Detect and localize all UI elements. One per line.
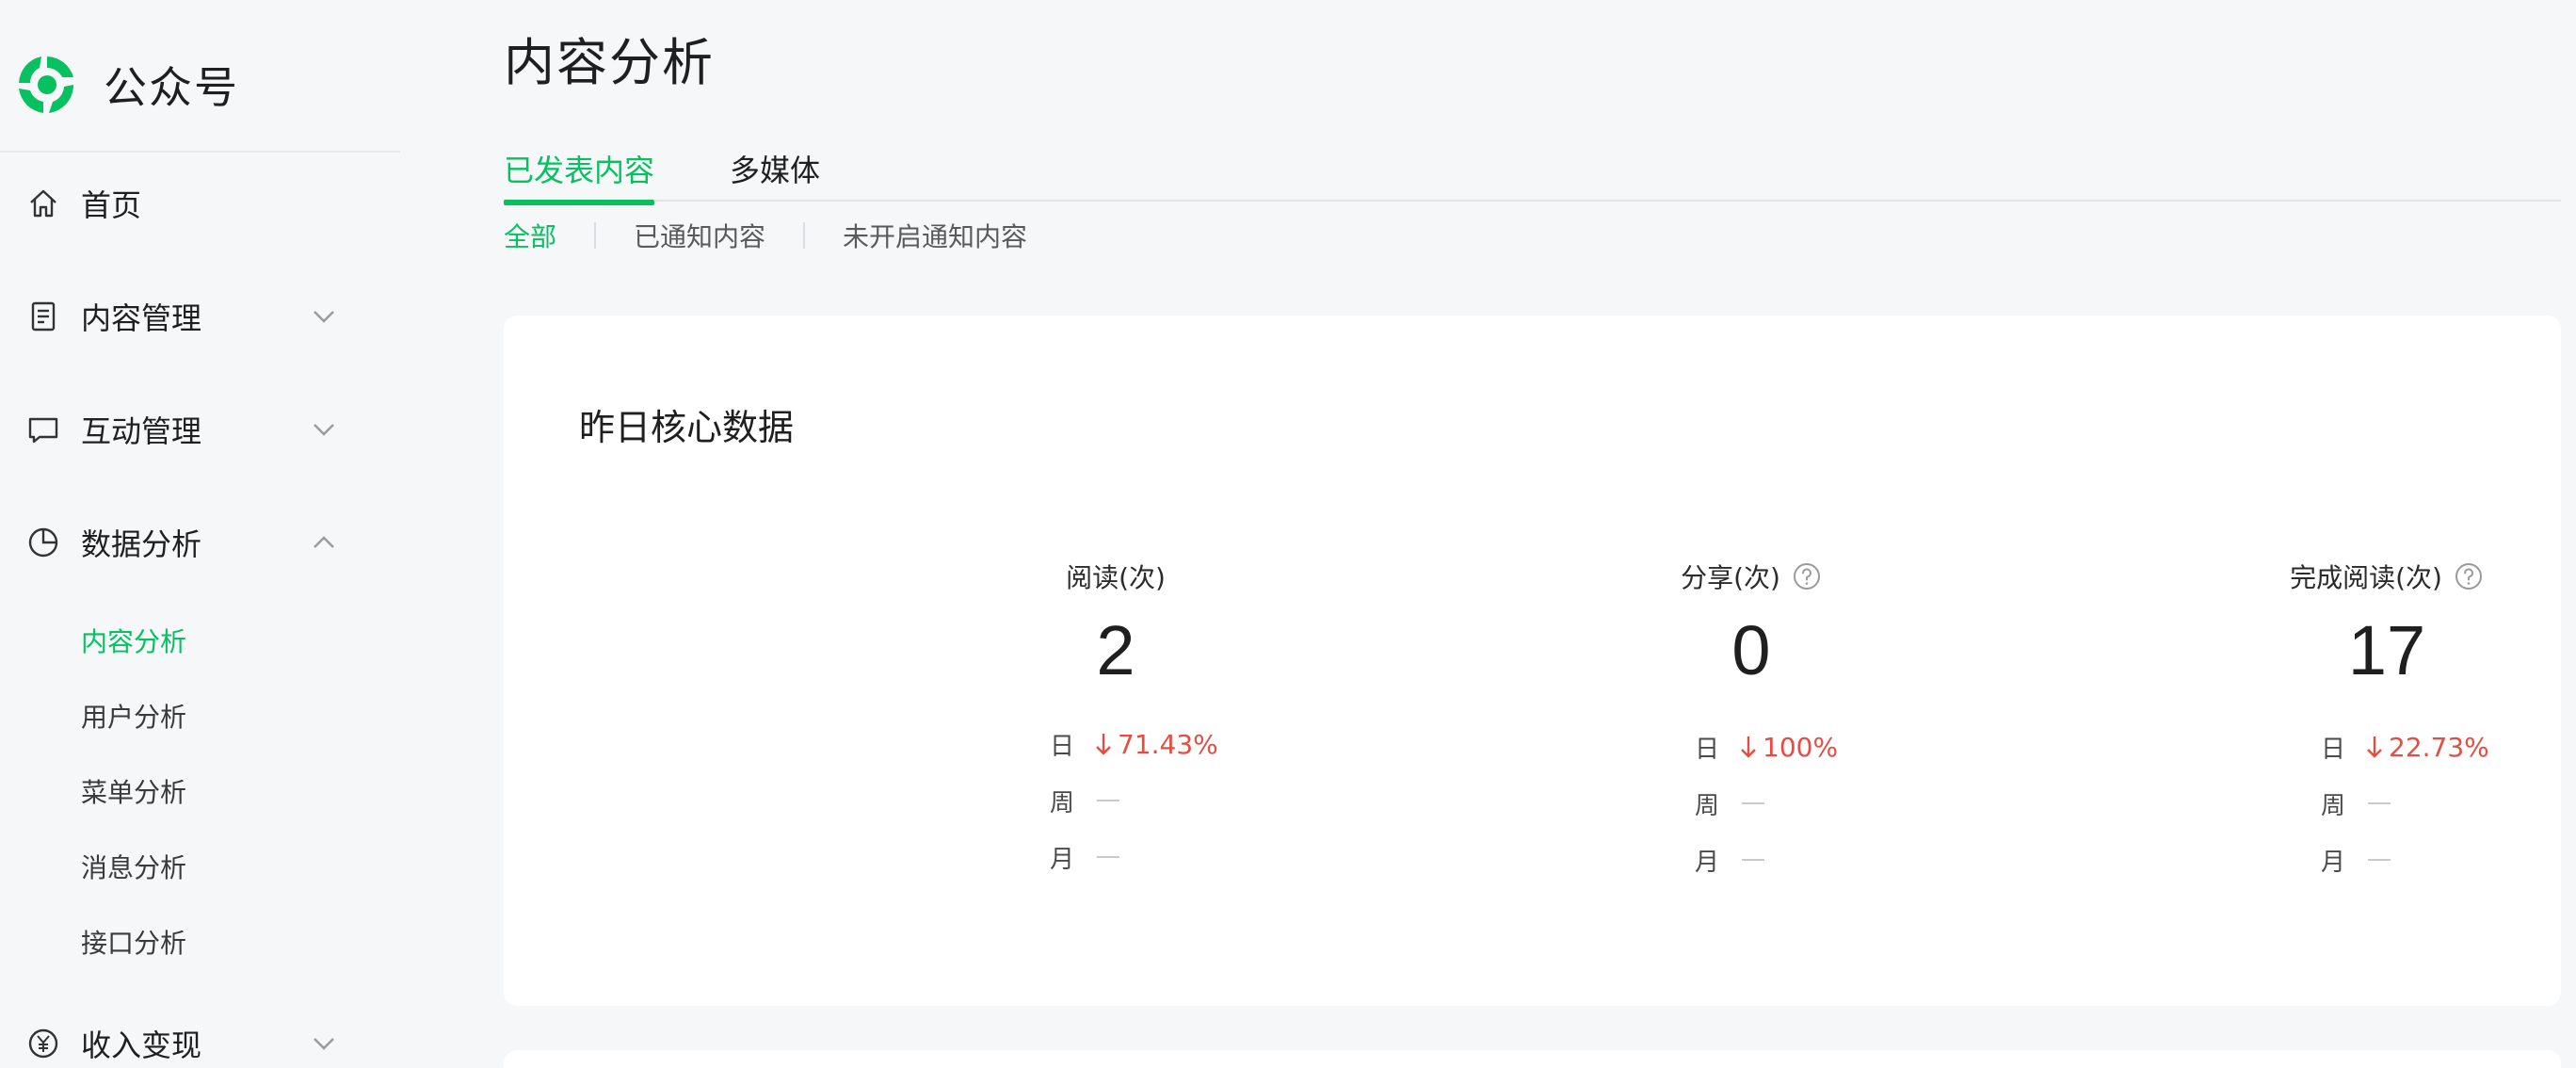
tab-multimedia[interactable]: 多媒体	[730, 147, 820, 202]
chevron-down-icon[interactable]	[309, 414, 339, 445]
empty-dash	[2368, 802, 2391, 804]
day-change-value: 100%	[1763, 731, 1839, 763]
next-card	[504, 1050, 2561, 1068]
tab-active-indicator	[504, 200, 654, 205]
yesterday-core-data-card: 昨日核心数据 阅读(次) 2 日 71.43% 周 月 分享(次) 0 日 10…	[504, 316, 2561, 1006]
sidebar-subitem-api-analysis[interactable]: 接口分析	[81, 920, 186, 967]
arrow-down-icon	[1096, 734, 1111, 755]
metric-week-row: 周	[2321, 785, 2391, 822]
day-change: 71.43%	[1095, 729, 1218, 760]
sidebar-item-label: 首页	[81, 187, 142, 223]
metric-day-row: 日 22.73%	[2321, 728, 2489, 766]
metric-label: 阅读(次)	[1066, 562, 1166, 593]
metric-header: 阅读(次)	[833, 556, 1398, 597]
empty-dash	[1742, 802, 1764, 804]
subtab-unnotified-content[interactable]: 未开启通知内容	[843, 217, 1027, 254]
sidebar-item-home[interactable]: 首页	[0, 166, 400, 241]
subtab-notified-content[interactable]: 已通知内容	[634, 217, 765, 254]
subtab-all[interactable]: 全部	[504, 217, 556, 254]
tab-published-content[interactable]: 已发表内容	[504, 147, 655, 205]
sidebar-item-data-analysis[interactable]: 数据分析	[0, 505, 400, 580]
sidebar-subitem-message-analysis[interactable]: 消息分析	[81, 845, 186, 892]
help-question-icon[interactable]	[1792, 561, 1822, 591]
empty-dash	[1742, 859, 1764, 861]
sidebar-subitem-user-analysis[interactable]: 用户分析	[81, 694, 186, 741]
row-label: 月	[1695, 848, 1720, 877]
sidebar-item-label: 数据分析	[81, 526, 202, 562]
row-label: 月	[1050, 845, 1075, 874]
metric-value: 0	[1731, 611, 1771, 689]
arrow-down-icon	[2367, 736, 2382, 758]
metric-header: 完成阅读(次)	[2104, 556, 2576, 597]
metric-value: 17	[2347, 611, 2426, 689]
row-label: 周	[1695, 791, 1720, 820]
metric-header: 分享(次)	[1469, 556, 2034, 597]
metric-shares: 分享(次) 0 日 100% 周 月	[1469, 556, 2034, 932]
metric-month-row: 月	[1695, 841, 1764, 879]
metric-week-row: 周	[1050, 782, 1119, 819]
metric-reads: 阅读(次) 2 日 71.43% 周 月	[833, 556, 1398, 932]
metric-value: 2	[1096, 611, 1135, 689]
tab-label: 已发表内容	[504, 153, 655, 188]
sidebar-item-label: 收入变现	[81, 1028, 202, 1063]
divider	[803, 222, 806, 249]
metric-completed-reads: 完成阅读(次) 17 日 22.73% 周 月	[2104, 556, 2576, 932]
metric-month-row: 月	[2321, 841, 2391, 879]
document-icon	[31, 301, 56, 332]
filter-subtabs: 全部 已通知内容 未开启通知内容	[504, 217, 1027, 254]
empty-dash	[2368, 859, 2391, 861]
row-label: 月	[2321, 848, 2346, 877]
day-change-value: 71.43%	[1118, 728, 1218, 760]
chat-bubble-icon	[28, 417, 58, 444]
sidebar-subitem-menu-analysis[interactable]: 菜单分析	[81, 769, 186, 817]
home-icon	[30, 189, 56, 218]
metric-month-row: 月	[1050, 838, 1119, 876]
empty-dash	[1097, 856, 1119, 858]
row-label: 日	[1050, 732, 1075, 761]
page-title: 内容分析	[504, 33, 715, 92]
day-change: 100%	[1740, 732, 1838, 763]
wechat-official-account-logo-icon	[19, 57, 74, 113]
sidebar-item-content-management[interactable]: 内容管理	[0, 279, 400, 354]
metric-day-row: 日 100%	[1695, 728, 1838, 766]
metric-day-row: 日 71.43%	[1050, 725, 1218, 763]
sidebar-item-label: 互动管理	[81, 413, 202, 449]
arrow-down-icon	[1741, 736, 1756, 758]
metric-label: 分享(次)	[1681, 562, 1780, 593]
row-label: 周	[1050, 788, 1075, 817]
tab-bar: 已发表内容 多媒体	[504, 141, 2561, 205]
row-label: 日	[1695, 735, 1720, 764]
metric-label: 完成阅读(次)	[2290, 562, 2442, 593]
card-title: 昨日核心数据	[579, 407, 795, 448]
yen-coin-icon	[28, 1028, 58, 1059]
divider	[594, 222, 597, 249]
row-label: 周	[2321, 791, 2346, 820]
sidebar-item-interaction-management[interactable]: 互动管理	[0, 392, 400, 467]
help-question-icon[interactable]	[2454, 561, 2484, 591]
pie-chart-icon	[28, 527, 58, 558]
chevron-up-icon[interactable]	[309, 527, 339, 558]
tab-label: 多媒体	[730, 153, 821, 188]
sidebar-item-label: 内容管理	[81, 300, 202, 336]
metric-week-row: 周	[1695, 785, 1764, 822]
day-change-value: 22.73%	[2389, 731, 2489, 763]
row-label: 日	[2321, 735, 2346, 764]
chevron-down-icon[interactable]	[309, 1028, 339, 1059]
chevron-down-icon[interactable]	[309, 301, 339, 332]
empty-dash	[1097, 800, 1119, 801]
sidebar: 公众号 首页 内容管理 互动管理 数据分析 内容分析 用户分析 菜单分析 消息分…	[0, 0, 400, 1068]
sidebar-subitem-content-analysis[interactable]: 内容分析	[81, 619, 186, 666]
brand[interactable]: 公众号	[15, 49, 239, 121]
divider	[0, 151, 400, 153]
brand-name: 公众号	[104, 62, 239, 113]
day-change: 22.73%	[2366, 732, 2489, 763]
sidebar-item-monetization[interactable]: 收入变现	[0, 1006, 400, 1068]
